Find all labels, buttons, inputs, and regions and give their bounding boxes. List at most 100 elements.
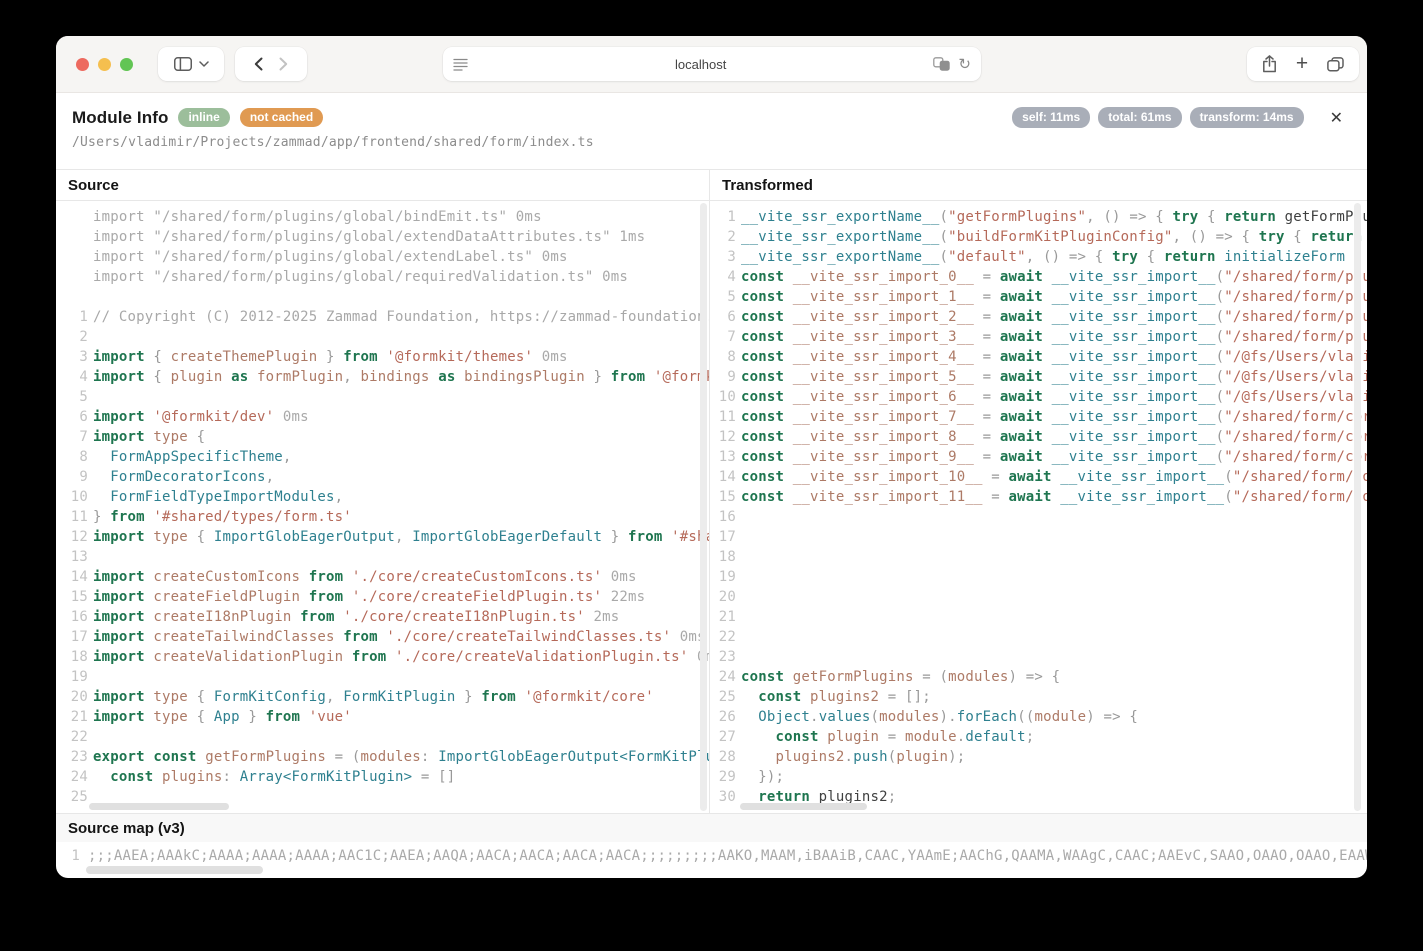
code-line: 1__vite_ssr_exportName__("getFormPlugins… (710, 207, 1367, 227)
code-line: 18 (710, 547, 1367, 567)
line-number: 8 (710, 347, 736, 367)
code-line: 20 (710, 587, 1367, 607)
module-info-header: Module Info inline not cached self: 11ms… (56, 93, 1367, 169)
code-line: 23export const getFormPlugins = (modules… (56, 747, 709, 767)
code-line: 1;;;AAEA;AAAkC;AAAA;AAAA;AAAA;AAC1C;AAEA… (56, 846, 1367, 866)
line-number: 19 (56, 667, 88, 687)
close-icon[interactable]: ✕ (1330, 108, 1343, 128)
tab-overview-icon[interactable] (1327, 57, 1344, 72)
module-file-path: /Users/vladimir/Projects/zammad/app/fron… (72, 135, 1343, 150)
line-number: 19 (710, 567, 736, 587)
zoom-window-button[interactable] (120, 58, 133, 71)
transformed-vertical-scrollbar[interactable] (1354, 203, 1361, 811)
line-number: 28 (710, 747, 736, 767)
line-content: const __vite_ssr_import_4__ = await __vi… (741, 347, 1367, 367)
line-content: Object.values(modules).forEach((module) … (741, 707, 1138, 727)
code-line: 20import type { FormKitConfig, FormKitPl… (56, 687, 709, 707)
line-number: 7 (56, 427, 88, 447)
code-line: 22 (56, 727, 709, 747)
line-number: 13 (710, 447, 736, 467)
line-content: FormDecoratorIcons, (93, 467, 274, 487)
code-line: 12import type { ImportGlobEagerOutput, I… (56, 527, 709, 547)
back-button[interactable] (254, 57, 263, 71)
code-line: 10const __vite_ssr_import_6__ = await __… (710, 387, 1367, 407)
line-number: 18 (710, 547, 736, 567)
translate-icon[interactable] (933, 57, 950, 71)
line-number: 9 (56, 467, 88, 487)
line-content: const __vite_ssr_import_2__ = await __vi… (741, 307, 1367, 327)
line-number: 2 (56, 327, 88, 347)
line-number (56, 287, 88, 307)
line-content: export const getFormPlugins = (modules: … (93, 747, 710, 767)
code-line: import "/shared/form/plugins/global/requ… (56, 267, 709, 287)
timing-badge-total: total: 61ms (1098, 107, 1181, 128)
reload-icon[interactable]: ↻ (958, 55, 971, 73)
line-content: const __vite_ssr_import_11__ = await __v… (741, 487, 1367, 507)
sourcemap-horizontal-scrollbar[interactable] (86, 866, 263, 874)
line-number: 11 (710, 407, 736, 427)
sourcemap-section: Source map (v3) 1;;;AAEA;AAAkC;AAAA;AAAA… (56, 813, 1367, 878)
source-horizontal-scrollbar[interactable] (89, 803, 229, 810)
line-content: import type { (93, 427, 205, 447)
url-text[interactable]: localhost (468, 57, 933, 72)
code-line: 22 (710, 627, 1367, 647)
line-number (56, 247, 88, 267)
close-window-button[interactable] (76, 58, 89, 71)
code-line: import "/shared/form/plugins/global/exte… (56, 227, 709, 247)
code-line: 4import { plugin as formPlugin, bindings… (56, 367, 709, 387)
source-pane-title: Source (56, 170, 710, 200)
code-line: 5const __vite_ssr_import_1__ = await __v… (710, 287, 1367, 307)
transformed-horizontal-scrollbar[interactable] (740, 803, 867, 810)
browser-window: localhost ↻ + (56, 36, 1367, 878)
line-number: 23 (710, 647, 736, 667)
line-number: 25 (56, 787, 88, 807)
pane-headers: Source Transformed (56, 169, 1367, 201)
code-line: import "/shared/form/plugins/global/bind… (56, 207, 709, 227)
line-number: 20 (710, 587, 736, 607)
code-line: 14const __vite_ssr_import_10__ = await _… (710, 467, 1367, 487)
sidebar-toggle-button[interactable] (158, 47, 224, 81)
line-content: __vite_ssr_exportName__("default", () =>… (741, 247, 1367, 267)
code-line: 13 (56, 547, 709, 567)
line-number: 13 (56, 547, 88, 567)
line-number: 14 (56, 567, 88, 587)
line-content: const __vite_ssr_import_5__ = await __vi… (741, 367, 1367, 387)
sidebar-icon (174, 57, 192, 71)
line-content: const plugin = module.default; (741, 727, 1034, 747)
line-content: const plugins2 = []; (741, 687, 931, 707)
minimize-window-button[interactable] (98, 58, 111, 71)
code-line: 12const __vite_ssr_import_8__ = await __… (710, 427, 1367, 447)
code-line: 26 Object.values(modules).forEach((modul… (710, 707, 1367, 727)
line-content: const __vite_ssr_import_7__ = await __vi… (741, 407, 1367, 427)
code-line: 3import { createThemePlugin } from '@for… (56, 347, 709, 367)
reader-view-icon[interactable] (453, 58, 468, 71)
address-bar[interactable]: localhost ↻ (443, 47, 981, 81)
line-number: 6 (710, 307, 736, 327)
code-line: 21 (710, 607, 1367, 627)
line-content: import { plugin as formPlugin, bindings … (93, 367, 710, 387)
line-number: 18 (56, 647, 88, 667)
line-number: 21 (710, 607, 736, 627)
code-line: 8 FormAppSpecificTheme, (56, 447, 709, 467)
line-content: import "/shared/form/plugins/global/exte… (93, 247, 568, 267)
line-content: plugins2.push(plugin); (741, 747, 965, 767)
line-content: import type { ImportGlobEagerOutput, Imp… (93, 527, 710, 547)
code-line: 17import createTailwindClasses from './c… (56, 627, 709, 647)
code-line: 6const __vite_ssr_import_2__ = await __v… (710, 307, 1367, 327)
timing-badge-transform: transform: 14ms (1190, 107, 1304, 128)
source-vertical-scrollbar[interactable] (700, 203, 707, 811)
code-line: 3__vite_ssr_exportName__("default", () =… (710, 247, 1367, 267)
code-line: 9const __vite_ssr_import_5__ = await __v… (710, 367, 1367, 387)
line-number: 2 (710, 227, 736, 247)
line-content: import createI18nPlugin from './core/cre… (93, 607, 619, 627)
line-number: 30 (710, 787, 736, 807)
line-content: import "/shared/form/plugins/global/bind… (93, 207, 542, 227)
forward-button[interactable] (279, 57, 288, 71)
line-content: import createFieldPlugin from './core/cr… (93, 587, 645, 607)
code-line: 7import type { (56, 427, 709, 447)
code-line: import "/shared/form/plugins/global/exte… (56, 247, 709, 267)
new-tab-icon[interactable]: + (1296, 53, 1308, 74)
code-line: 9 FormDecoratorIcons, (56, 467, 709, 487)
line-number (56, 227, 88, 247)
share-icon[interactable] (1262, 55, 1277, 73)
